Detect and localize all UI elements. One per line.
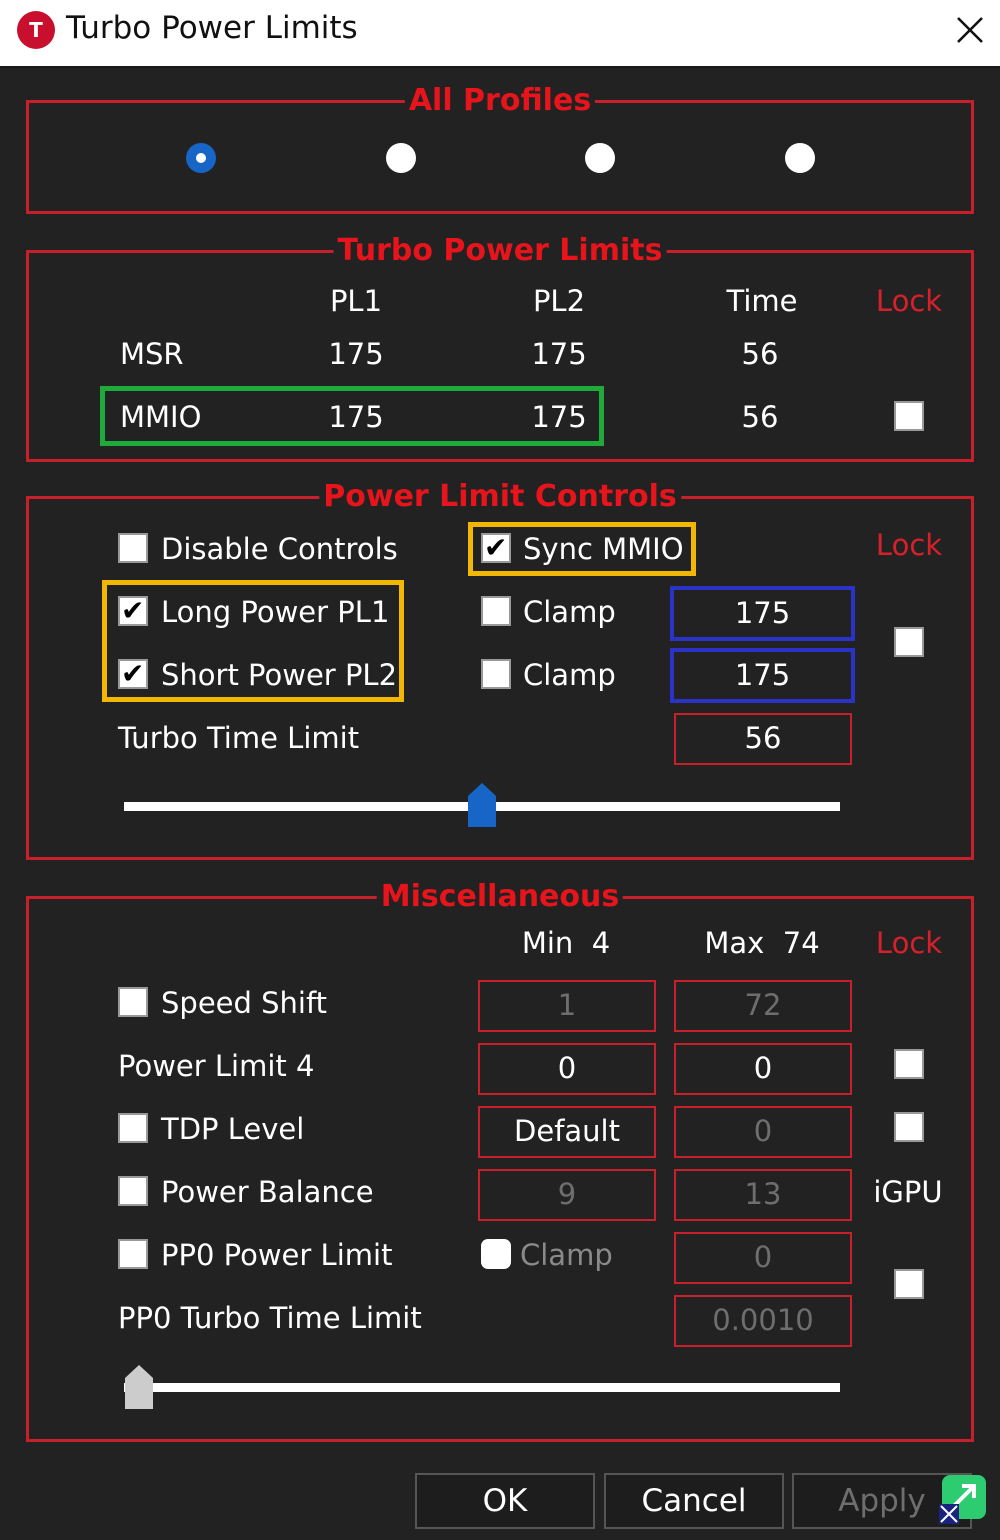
tdp-level-label: TDP Level [161,1112,305,1146]
power-balance-min-field[interactable]: 9 [478,1169,656,1221]
pp0-time-slider-track[interactable] [124,1383,840,1392]
misc-min-header: Min 4 [521,926,611,960]
misc-max-header: Max 74 [704,926,820,960]
turbo-time-limit-label: Turbo Time Limit [118,721,360,755]
msr-label: MSR [120,337,184,371]
pp0-clamp-checkbox[interactable] [481,1239,511,1269]
power-balance-label: Power Balance [161,1175,374,1209]
power-limit-controls-legend: Power Limit Controls [319,477,681,517]
sync-mmio-checkbox[interactable] [481,531,511,564]
mmio-pl1: 175 [328,400,384,434]
pp0-turbo-time-limit-label: PP0 Turbo Time Limit [118,1301,422,1335]
cancel-button[interactable]: Cancel [604,1473,784,1529]
power-balance-igpu-label: iGPU [873,1175,943,1209]
speed-shift-checkbox[interactable] [118,987,148,1017]
power-balance-max-field[interactable]: 13 [674,1169,852,1221]
app-logo-icon: T [17,11,55,49]
short-power-pl2-checkbox[interactable] [118,657,148,690]
pl2-clamp-label: Clamp [523,658,616,692]
power-balance-checkbox[interactable] [118,1176,148,1206]
turbo-time-slider-thumb[interactable] [467,782,497,828]
speed-shift-min-field[interactable]: 1 [478,980,656,1032]
pl1-value-field[interactable]: 175 [676,590,849,638]
tdp-level-lock-checkbox[interactable] [894,1112,924,1142]
pp0-power-limit-checkbox[interactable] [118,1239,148,1269]
profile-radio-3[interactable] [585,143,615,173]
window-title: Turbo Power Limits [66,10,358,46]
misc-lock-label: Lock [875,926,943,960]
profile-radio-1[interactable] [186,143,216,173]
plc-lock-checkbox[interactable] [894,627,924,657]
sync-mmio-label: Sync MMIO [523,532,684,566]
mmio-label: MMIO [120,400,202,434]
all-profiles-legend: All Profiles [404,81,596,121]
pp0-time-slider-thumb[interactable] [124,1364,154,1410]
profile-radio-4[interactable] [785,143,815,173]
power-limit-4-max-field[interactable]: 0 [674,1043,852,1095]
pp0-clamp-label: Clamp [520,1238,613,1272]
pp0-power-limit-label: PP0 Power Limit [161,1238,393,1272]
pp0-power-limit-field[interactable]: 0 [674,1232,852,1284]
header-time: Time [726,284,798,318]
power-limit-4-min-field[interactable]: 0 [478,1043,656,1095]
title-bar: T Turbo Power Limits [0,0,1000,68]
ok-button[interactable]: OK [415,1473,595,1529]
mmio-pl2: 175 [531,400,587,434]
power-limit-4-lock-checkbox[interactable] [894,1049,924,1079]
speed-shift-max-field[interactable]: 72 [674,980,852,1032]
header-lock: Lock [875,284,943,318]
corner-badge-icon [939,1475,986,1524]
pp0-turbo-time-limit-field[interactable]: 0.0010 [674,1295,852,1347]
plc-lock-label: Lock [875,528,943,562]
pl2-clamp-checkbox[interactable] [481,659,511,689]
tdp-level-checkbox[interactable] [118,1113,148,1143]
long-power-pl1-label: Long Power PL1 [161,595,390,629]
tdp-level-max-field[interactable]: 0 [674,1106,852,1158]
all-profiles-group: All Profiles [26,81,974,214]
mmio-time: 56 [741,400,779,434]
profile-radio-2[interactable] [386,143,416,173]
tdp-level-min-field[interactable]: Default [478,1106,656,1158]
power-limit-4-label: Power Limit 4 [118,1049,315,1083]
pl1-clamp-checkbox[interactable] [481,596,511,626]
turbo-time-limit-field[interactable]: 56 [674,713,852,765]
disable-controls-label: Disable Controls [161,532,398,566]
turbo-power-limits-legend: Turbo Power Limits [333,231,667,271]
pl2-value-field[interactable]: 175 [676,652,849,700]
short-power-pl2-label: Short Power PL2 [161,658,398,692]
miscellaneous-legend: Miscellaneous [376,877,624,917]
msr-pl2: 175 [531,337,587,371]
close-icon[interactable] [948,8,992,52]
disable-controls-checkbox[interactable] [118,533,148,563]
long-power-pl1-checkbox[interactable] [118,594,148,627]
header-pl2: PL2 [532,284,586,318]
mmio-lock-checkbox[interactable] [894,401,924,431]
header-pl1: PL1 [329,284,383,318]
pp0-lock-checkbox[interactable] [894,1269,924,1299]
msr-pl1: 175 [328,337,384,371]
pl1-clamp-label: Clamp [523,595,616,629]
speed-shift-label: Speed Shift [161,986,328,1020]
msr-time: 56 [741,337,779,371]
